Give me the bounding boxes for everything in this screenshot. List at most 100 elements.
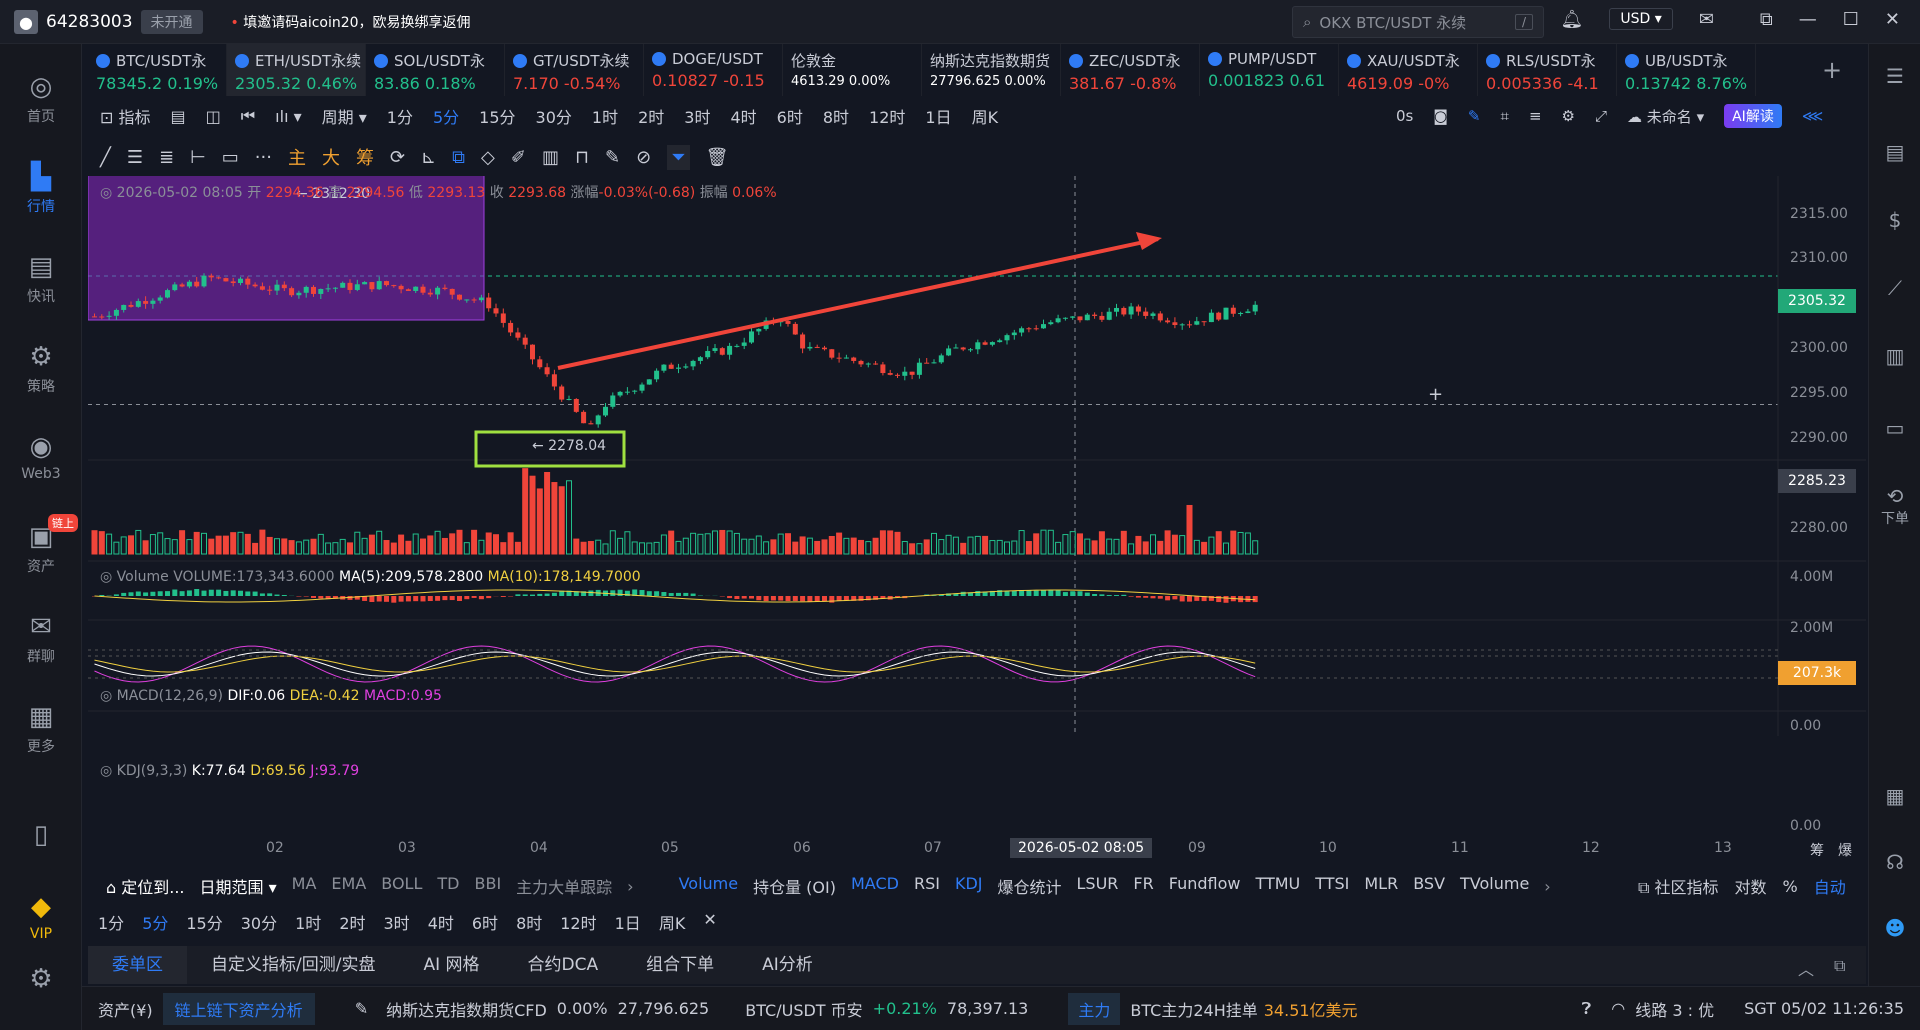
sidebar-item-news[interactable]: ▤ 快讯 <box>0 252 82 306</box>
bell-icon[interactable]: ◎ <box>100 763 112 779</box>
community-indicator-button[interactable]: ⧉ 社区指标 <box>1638 874 1719 898</box>
promo-text[interactable]: • 填邀请码aicoin20，欧易换绑享返佣 <box>231 12 471 32</box>
avatar-icon[interactable]: ● <box>14 10 38 34</box>
quick-interval-5[interactable]: 2时 <box>339 910 365 934</box>
etf-icon[interactable]: ▭ <box>1869 416 1920 440</box>
user-id[interactable]: 64283003 <box>46 12 133 32</box>
main-force-text[interactable]: BTC主力24H挂单 <box>1130 997 1257 1021</box>
help-icon[interactable]: ❓︎ <box>1582 999 1592 1019</box>
interval-1[interactable]: 5分 <box>433 104 459 128</box>
interval-5[interactable]: 2时 <box>638 104 664 128</box>
tab-1[interactable]: 自定义指标/回测/实盘 <box>187 946 399 984</box>
tab-3[interactable]: 合约DCA <box>504 946 623 984</box>
main-indicator-1[interactable]: EMA <box>331 874 366 898</box>
interval-12[interactable]: 周K <box>972 104 999 128</box>
search-input[interactable]: ⌕ OKX BTC/USDT 永续 / <box>1292 6 1544 38</box>
rewind-icon[interactable]: ⏮ <box>241 106 255 126</box>
period-select[interactable]: 周期 ▾ <box>322 104 367 128</box>
main-indicator-5[interactable]: 主力大单跟踪 <box>516 874 612 898</box>
percent-scale-toggle[interactable]: % <box>1783 877 1798 896</box>
ticker-11[interactable]: UB/USDT永 0.13742 8.76% <box>1617 44 1756 96</box>
chevron-right-icon[interactable]: › <box>1544 877 1550 896</box>
headset-icon[interactable]: ☊ <box>1869 850 1920 874</box>
ticker-3[interactable]: GT/USDT永续 7.170 -0.54% <box>505 44 644 96</box>
candle-type-icon[interactable]: ılı ▾ <box>275 107 301 126</box>
quick-interval-3[interactable]: 30分 <box>241 910 277 934</box>
ticker-1[interactable]: ETH/USDT永续 2305.32 0.46% <box>227 44 366 96</box>
interval-7[interactable]: 4时 <box>730 104 756 128</box>
quick-interval-10[interactable]: 12时 <box>560 910 596 934</box>
layout-icon[interactable]: ▦ <box>1869 784 1920 808</box>
interval-0[interactable]: 1分 <box>387 104 413 128</box>
list-icon[interactable]: ☰ <box>1869 64 1920 88</box>
sub-indicator-7[interactable]: FR <box>1133 874 1153 898</box>
ticker-10[interactable]: RLS/USDT永 0.005336 -4.1 <box>1478 44 1617 96</box>
hline-icon[interactable]: ⊢ <box>190 147 206 168</box>
nasdaq-name[interactable]: 纳斯达克指数期货CFD <box>386 997 547 1021</box>
settings-icon[interactable]: ⚙ <box>0 964 82 998</box>
sidebar-item-web3[interactable]: ◉ Web3 <box>0 432 82 482</box>
sidebar-item-vip[interactable]: ◆ VIP <box>0 892 82 942</box>
fib-icon[interactable]: ≣ <box>159 147 174 168</box>
list-settings-icon[interactable]: ≡ <box>1529 107 1542 125</box>
trash-icon[interactable]: 🗑︎ <box>706 147 729 168</box>
ticker-2[interactable]: SOL/USDT永 83.86 0.18% <box>366 44 505 96</box>
ai-interpret-button[interactable]: AI解读 <box>1724 104 1782 128</box>
currency-select[interactable]: USD ▾ <box>1609 8 1673 30</box>
ticker-4[interactable]: DOGE/USDT 0.10827 -0.15 <box>644 44 783 96</box>
quick-interval-12[interactable]: 周K <box>659 910 686 934</box>
sidebar-item-assets[interactable]: ▣ 资产 链上 <box>0 514 82 576</box>
edit-icon[interactable]: ✎ <box>605 147 620 168</box>
tab-2[interactable]: AI 网格 <box>399 946 503 984</box>
big-order-button[interactable]: 大 <box>322 144 340 170</box>
tab-0[interactable]: 委单区 <box>88 946 187 984</box>
log-scale-toggle[interactable]: 对数 <box>1735 874 1767 898</box>
camera-icon[interactable]: ◙ <box>1433 107 1448 125</box>
ticker-7[interactable]: ZEC/USDT永 381.67 -0.8% <box>1061 44 1200 96</box>
collapse-icon[interactable]: ︿ <box>1798 956 1814 980</box>
chevron-right-icon[interactable]: › <box>627 877 633 896</box>
layout-name-select[interactable]: ☁ 未命名 ▾ <box>1627 106 1704 127</box>
sub-indicator-0[interactable]: Volume <box>679 874 739 898</box>
link-icon[interactable]: ⊘ <box>636 147 651 168</box>
sub-indicator-5[interactable]: 爆仓统计 <box>997 874 1061 898</box>
columns-icon[interactable]: ▥ <box>542 147 559 168</box>
chart-up-icon[interactable]: ⟋ <box>1869 276 1920 300</box>
indicator-button[interactable]: ⊡ 指标 <box>100 104 151 128</box>
quick-interval-2[interactable]: 15分 <box>186 910 222 934</box>
pen-icon[interactable]: ✎ <box>1468 107 1481 125</box>
sub-indicator-13[interactable]: TVolume <box>1460 874 1529 898</box>
maximize-icon[interactable]: ☐ <box>1843 9 1859 30</box>
main-indicator-0[interactable]: MA <box>292 874 317 898</box>
chip-toggle[interactable]: 筹 <box>1810 840 1824 860</box>
interval-3[interactable]: 30分 <box>536 104 572 128</box>
interval-11[interactable]: 1日 <box>925 104 951 128</box>
tab-4[interactable]: 组合下单 <box>622 946 738 984</box>
interval-8[interactable]: 6时 <box>777 104 803 128</box>
ticker-9[interactable]: XAU/USDT永 4619.09 -0% <box>1339 44 1478 96</box>
sidebar-item-market[interactable]: ▙ 行情 <box>0 162 82 216</box>
share-icon[interactable]: ⋘ <box>1802 107 1823 125</box>
sub-indicator-3[interactable]: RSI <box>914 874 940 898</box>
eye-icon[interactable]: ◎ <box>100 185 112 201</box>
document-icon[interactable]: ▤ <box>1869 140 1920 164</box>
sub-indicator-8[interactable]: Fundflow <box>1169 874 1241 898</box>
replay-icon[interactable]: ⟳ <box>390 147 405 168</box>
popout-icon[interactable]: ⧉ <box>1834 956 1845 976</box>
sub-indicator-11[interactable]: MLR <box>1364 874 1398 898</box>
copy-icon[interactable]: ⧉ <box>452 147 465 168</box>
sub-indicator-10[interactable]: TTSI <box>1315 874 1349 898</box>
close-icon[interactable]: ✕ <box>703 910 716 934</box>
bell-icon[interactable]: ◎ <box>100 688 112 704</box>
ticker-5[interactable]: 伦敦金 4613.29 0.00% <box>783 44 922 96</box>
sidebar-item-home[interactable]: ◎ 首页 <box>0 72 82 126</box>
fullscreen-icon[interactable]: ⤢ <box>1595 107 1607 125</box>
interval-2[interactable]: 15分 <box>479 104 515 128</box>
sidebar-item-strategy[interactable]: ⚙ 策略 <box>0 342 82 396</box>
sub-indicator-4[interactable]: KDJ <box>955 874 983 898</box>
ticker-0[interactable]: BTC/USDT永 78345.2 0.19% <box>88 44 227 96</box>
quick-interval-6[interactable]: 3时 <box>384 910 410 934</box>
ticker-8[interactable]: PUMP/USDT 0.001823 0.61 <box>1200 44 1339 96</box>
interval-10[interactable]: 12时 <box>869 104 905 128</box>
bot-icon[interactable]: ☻ <box>1869 916 1920 940</box>
